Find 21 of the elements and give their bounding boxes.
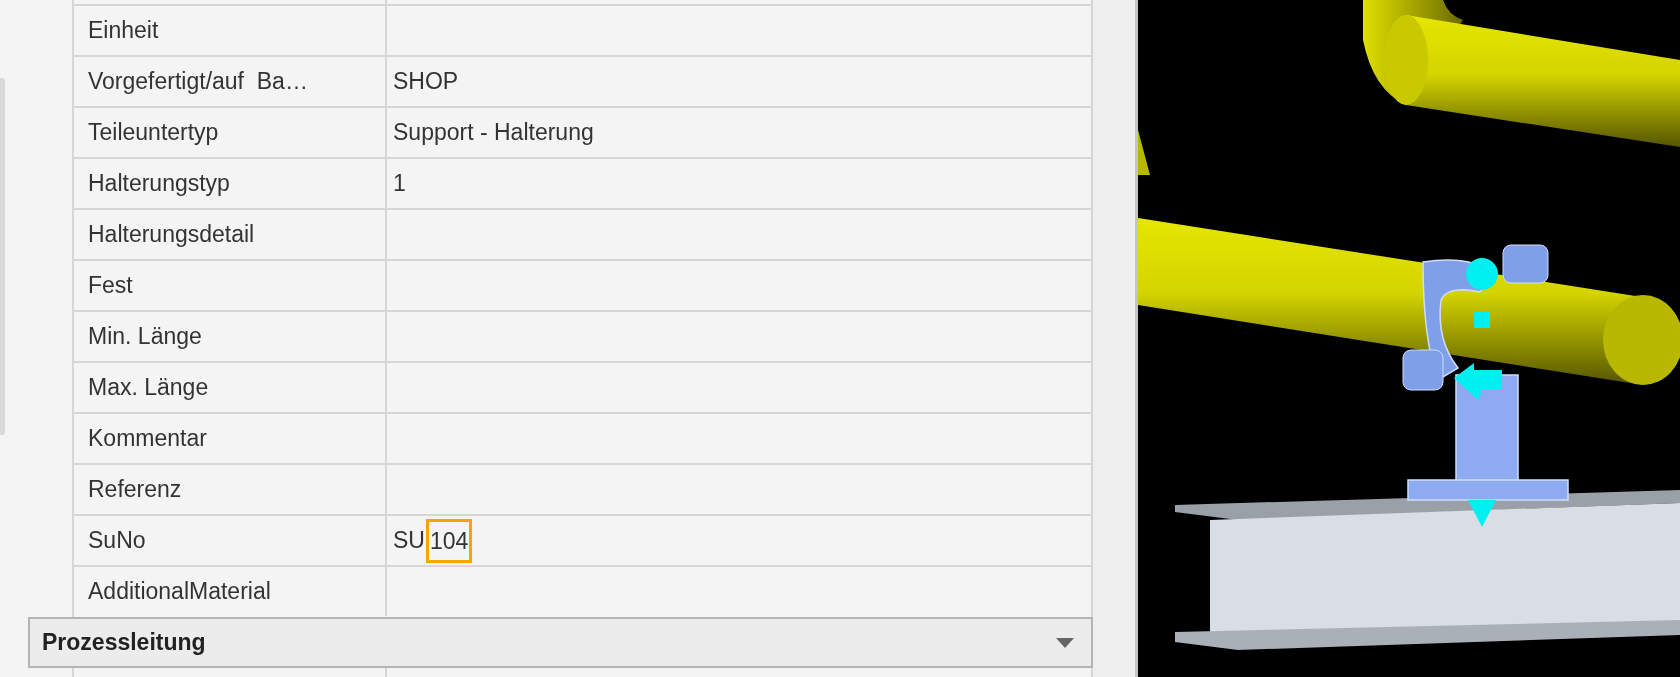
property-value: SU — [393, 527, 425, 554]
property-label: Fest — [88, 272, 133, 299]
property-label: Teileuntertyp — [88, 119, 219, 146]
property-label: Kommentar — [88, 425, 207, 452]
property-label: Referenz — [88, 476, 182, 503]
section-header[interactable]: Prozessleitung — [28, 617, 1093, 668]
property-value: Support - Halterung — [393, 119, 594, 146]
property-label: Vorgefertigt/auf Ba… — [88, 68, 308, 95]
property-label: Halterungstyp — [88, 170, 230, 197]
highlighted-text: 104 — [425, 518, 473, 563]
scrollbar[interactable] — [0, 78, 5, 435]
property-label: SuNo — [88, 527, 146, 554]
property-label: Max. Länge — [88, 374, 209, 401]
property-value: SHOP — [393, 68, 459, 95]
property-label: AdditionalMaterial — [88, 578, 271, 605]
property-label: Min. Länge — [88, 323, 202, 350]
property-value: 1 — [393, 170, 406, 197]
property-label: Einheit — [88, 17, 159, 44]
splitter[interactable] — [1093, 0, 1138, 677]
caret-icon — [1055, 636, 1075, 649]
property-label: Halterungsdetail — [88, 221, 255, 248]
